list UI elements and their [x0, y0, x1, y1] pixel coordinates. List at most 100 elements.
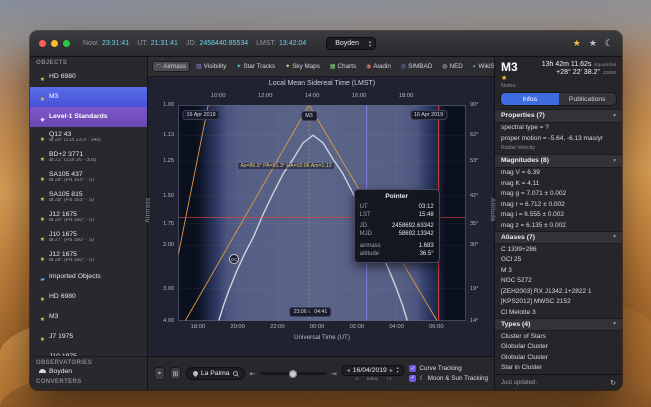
time-slider[interactable] [260, 372, 325, 375]
view-tabbar: ◠ Airmass ▥ Visibility ✶ Star Tracks [148, 57, 494, 77]
view-tab[interactable]: ◍ NED [438, 61, 467, 72]
now-label: Now: [83, 40, 99, 47]
previous-day-icon[interactable]: ◂ [347, 367, 350, 374]
object-list-item[interactable]: J12 1675 at 28° (Pa 160° · S) [30, 247, 147, 267]
grid-mode-button[interactable]: ⊞ [170, 367, 181, 380]
object-list-item[interactable]: M3 [30, 307, 147, 327]
object-list-item[interactable]: HD 6980 [30, 287, 147, 307]
view-tab[interactable]: ▥ Visibility [192, 61, 230, 72]
object-list-item[interactable]: Imported Objects [30, 267, 147, 287]
date-hint-next[interactable]: +1 [386, 377, 391, 382]
objects-list[interactable]: HD 6980 M3 [30, 67, 147, 356]
object-list-item[interactable]: SA105 815 at 28° (Pa 163° · S) [30, 187, 147, 207]
publications-tab-button[interactable]: Publications [559, 93, 617, 105]
info-row[interactable]: NGC 5272 ▾ [495, 276, 622, 287]
next-day-icon[interactable]: ▸ [390, 367, 393, 374]
date-hint-prev[interactable]: -1 [354, 377, 358, 382]
slider-start-icon[interactable]: ⇤ [250, 370, 256, 378]
time-slider-thumb[interactable] [289, 370, 297, 378]
curve-tracking-checkbox[interactable]: ✓ [409, 365, 416, 372]
object-label: J12 1675 [49, 211, 94, 219]
infos-tab-button[interactable]: Infos [501, 93, 559, 105]
observatory-list-item[interactable]: Boyden [30, 367, 147, 377]
info-row[interactable]: [ZEH2003] RX J1342.1+2822 1 ▾ [495, 286, 622, 297]
minimize-window-button[interactable] [51, 40, 58, 47]
favorite-star-icon[interactable]: ★ [573, 38, 581, 49]
observatory-select[interactable]: Boyden ▲▼ [326, 37, 376, 50]
object-list-item[interactable]: Q12 43 at 29° (21h 23.9 · 34s) [30, 127, 147, 147]
object-transit-badge: M3 [301, 111, 317, 121]
slider-end-icon[interactable]: ⇥ [331, 370, 337, 378]
object-list-item[interactable]: J7 1975 [30, 327, 147, 347]
object-list-item[interactable]: M3 [30, 87, 147, 107]
tooltip-row-label: LST [360, 211, 371, 219]
object-list-item[interactable]: HD 6980 [30, 67, 147, 87]
converters-section-header[interactable]: CONVERTERS [30, 376, 147, 390]
info-row[interactable]: Properties (7) ▾ [495, 109, 622, 123]
object-list-item[interactable]: J10 1975 [30, 347, 147, 356]
view-tab[interactable]: ✦ Sky Maps [281, 61, 324, 72]
object-list-item[interactable]: BD+2 3771 at 21° (21h 26 · 30s) [30, 147, 147, 167]
info-row[interactable]: Types (4) ▾ [495, 318, 622, 332]
object-list-item[interactable]: J12 1675 at 29° (Pa 160° · S) [30, 207, 147, 227]
observatories-section-header[interactable]: OBSERVATORIES [30, 357, 147, 367]
info-row[interactable]: Cluster of Stars ▾ [495, 331, 622, 342]
info-row[interactable]: Star in Cluster ▾ [495, 363, 622, 374]
axis-tick-label: 30° [470, 242, 478, 248]
info-row[interactable]: GCl 25 ▾ [495, 255, 622, 266]
info-row[interactable]: Globular Cluster ▾ [495, 342, 622, 353]
info-row[interactable]: Magnitudes (8) ▾ [495, 154, 622, 168]
info-row[interactable]: C 1339+286 ▾ [495, 244, 622, 255]
observatory-label: Boyden [49, 368, 72, 376]
notes-field[interactable]: Notes: [495, 83, 622, 91]
night-mode-icon[interactable]: ☾ [605, 38, 613, 49]
object-label: Imported Objects [49, 273, 101, 281]
info-row[interactable]: RV = -141.2 ± 5.6 km/s ▾ Radial Velocity [495, 144, 622, 155]
info-text: mag g = 7.071 ± 0.002 [501, 190, 616, 198]
info-row[interactable]: mag i = 6.555 ± 0.002 ▾ [495, 210, 622, 221]
view-tab[interactable]: ◉ Aladin [362, 61, 395, 72]
info-row[interactable]: mag V = 6.39 ▾ [495, 168, 622, 179]
info-text: Aliases (7) [501, 234, 609, 242]
moon-sun-tracking-checkbox[interactable]: ✓ [409, 375, 416, 382]
refresh-icon[interactable]: ↻ [610, 379, 616, 387]
date-hint-today[interactable]: today [367, 377, 379, 382]
object-list-item[interactable]: J10 1675 at 27° (Pa 160° · S) [30, 227, 147, 247]
info-row[interactable]: [KPS2012] MWSC 2152 ▾ [495, 297, 622, 308]
info-row[interactable]: M 3 ▾ [495, 265, 622, 276]
info-row[interactable]: Globular Cluster ▾ [495, 352, 622, 363]
favorite-star-icon[interactable]: ★ [501, 74, 507, 82]
info-row[interactable]: mag z = 6.135 ± 0.002 ▾ [495, 220, 622, 231]
view-tab[interactable]: ▦ Charts [326, 61, 360, 72]
info-rows-list[interactable]: Properties (7) ▾ spectral type = ? ▾ pro… [495, 109, 622, 374]
ut-label: UT: [137, 40, 148, 47]
plot-surface[interactable]: 16 Apr 2019 16 Apr 2019 M3 Az=86.9° PA=8… [178, 105, 466, 321]
info-row[interactable]: mag K = 4.11 ▾ [495, 178, 622, 189]
tooltip-row-value: 36.5° [420, 250, 434, 258]
zoom-window-button[interactable] [63, 40, 70, 47]
info-row[interactable]: proper motion = -5.64, -6.13 mas/yr ▾ [495, 133, 622, 144]
object-label: SA105 437 [49, 171, 94, 179]
info-row[interactable]: mag r = 6.712 ± 0.002 ▾ [495, 199, 622, 210]
view-tab[interactable]: ◠ Airmass [152, 61, 190, 72]
date-field[interactable]: ◂ 16/04/2019 ▸ ▲▼ [342, 365, 405, 376]
info-row[interactable]: mag g = 7.071 ± 0.002 ▾ [495, 189, 622, 200]
view-tab[interactable]: ✶ Star Tracks [232, 61, 279, 72]
date-stepper-icon[interactable]: ▲▼ [396, 367, 400, 374]
object-subtitle: at 29° (Pa 160° · S) [49, 218, 94, 224]
view-tab[interactable]: ◎ SIMBAD [397, 61, 436, 72]
close-window-button[interactable] [39, 40, 46, 47]
info-row[interactable]: Aliases (7) ▾ [495, 231, 622, 245]
object-list-item[interactable]: SA105 437 at 28° (Pa 163° · S) [30, 167, 147, 187]
info-row[interactable]: Cl Melotte 3 ▾ [495, 307, 622, 318]
location-search-field[interactable]: La Palma [186, 367, 245, 380]
objects-section-header[interactable]: OBJECTS [30, 57, 147, 67]
object-icon [39, 68, 46, 86]
add-star-icon[interactable]: ★ [589, 38, 597, 49]
object-icon [39, 348, 46, 356]
crosshair-mode-button[interactable]: ⌖ [154, 367, 165, 380]
app-window: Now: 23:31:41 UT: 21:31:41 JD: 2458440.8… [30, 31, 622, 390]
object-icon [39, 288, 46, 306]
info-row[interactable]: spectral type = ? ▾ [495, 123, 622, 134]
object-list-item[interactable]: Level-1 Standards [30, 107, 147, 127]
